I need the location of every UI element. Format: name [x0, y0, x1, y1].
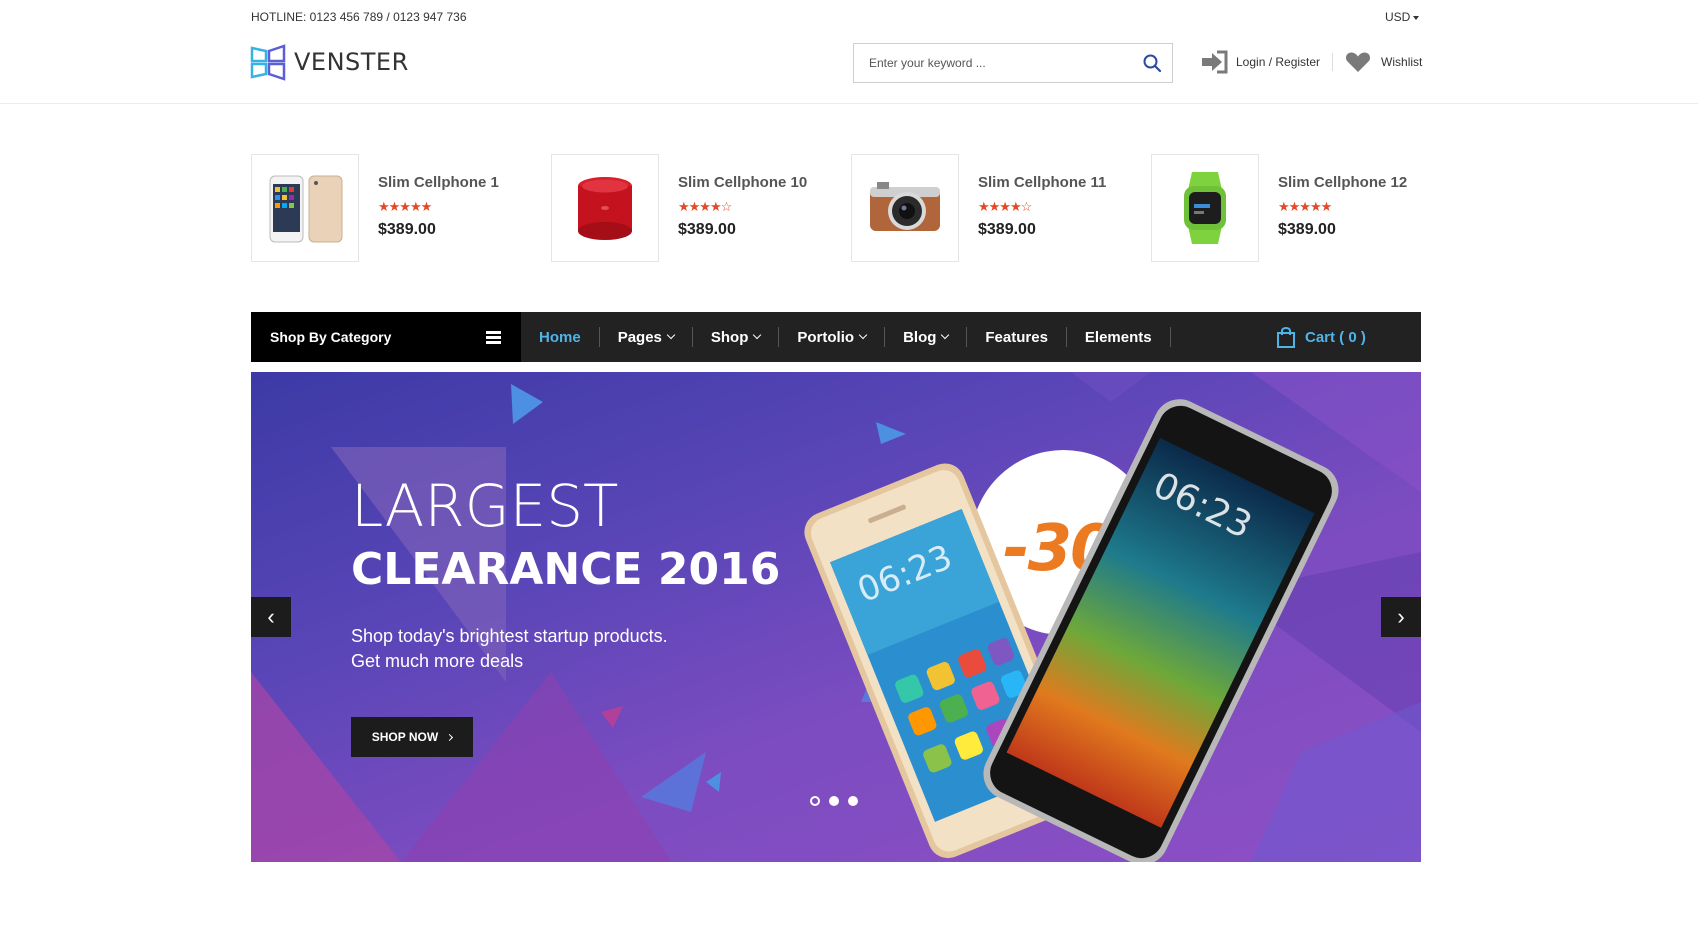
nav-item-blog[interactable]: Blog [885, 327, 968, 347]
hero-slider: -30% 06:23 06:23 LARGEST CLEARANCE 2016 … [251, 372, 1421, 862]
product-name[interactable]: Slim Cellphone 10 [678, 174, 807, 191]
star-rating-filled: ★★★★★ [378, 199, 432, 214]
divider [1332, 53, 1334, 71]
product-item[interactable]: Slim Cellphone 11 ★★★★☆ $389.00 [851, 154, 1141, 262]
smartphone-image-icon [269, 175, 343, 243]
star-rating-empty: ☆ [1020, 199, 1033, 214]
nav-menu: Home Pages Shop Portolio Blog Features E… [521, 312, 1171, 362]
heart-icon [1346, 52, 1371, 72]
slider-dot[interactable] [848, 796, 858, 806]
camera-image-icon [870, 182, 940, 231]
nav-item-portolio[interactable]: Portolio [779, 327, 886, 347]
category-label: Shop By Category [270, 329, 392, 345]
currency-label: USD [1385, 10, 1411, 24]
slider-prev-button[interactable]: ‹ [251, 597, 291, 637]
nav-item-label: Portolio [797, 328, 855, 346]
star-rating-filled: ★★★★ [978, 199, 1022, 214]
nav-item-elements[interactable]: Elements [1067, 327, 1171, 347]
hero-headline: LARGEST [351, 472, 619, 540]
currency-selector[interactable]: USD [1385, 10, 1420, 24]
product-image[interactable] [1151, 154, 1259, 262]
slider-pagination [810, 796, 867, 806]
wishlist-link[interactable]: Wishlist [1345, 51, 1422, 73]
chevron-down-icon [753, 330, 762, 340]
product-item[interactable]: Slim Cellphone 10 ★★★★☆ $389.00 [551, 154, 841, 262]
search-icon [1143, 54, 1161, 72]
featured-products: Slim Cellphone 1 ★★★★★ $389.00 Slim Cell… [251, 154, 1421, 262]
nav-item-label: Elements [1084, 328, 1152, 346]
chevron-down-icon [666, 330, 676, 340]
nav-item-label: Home [539, 328, 581, 346]
product-rating: ★★★★☆ [978, 199, 1033, 215]
product-name[interactable]: Slim Cellphone 1 [378, 174, 499, 191]
product-image[interactable] [851, 154, 959, 262]
nav-item-label: Features [985, 328, 1048, 346]
chevron-right-icon [446, 733, 454, 741]
product-price: $389.00 [1278, 221, 1336, 238]
chevron-down-icon [858, 330, 868, 340]
logo-icon [250, 44, 286, 81]
nav-item-label: Shop [710, 328, 749, 346]
nav-item-features[interactable]: Features [967, 327, 1067, 347]
nav-item-label: Blog [903, 328, 937, 346]
slider-dot[interactable] [829, 796, 839, 806]
nav-item-shop[interactable]: Shop [693, 327, 780, 347]
account-links: Login / Register Wishlist [1200, 50, 1422, 74]
product-item[interactable]: Slim Cellphone 1 ★★★★★ $389.00 [251, 154, 541, 262]
chevron-left-icon: ‹ [267, 604, 275, 629]
chevron-right-icon: › [1397, 604, 1405, 629]
slider-next-button[interactable]: › [1381, 597, 1421, 637]
nav-item-label: Pages [617, 328, 662, 346]
search-button[interactable] [1132, 44, 1172, 82]
speaker-image-icon [578, 177, 632, 240]
login-register-label: Login / Register [1236, 55, 1321, 69]
main-navigation: Shop By Category Home Pages Shop Portoli… [251, 312, 1421, 362]
shopping-bag-icon [1277, 327, 1295, 348]
product-price: $389.00 [378, 221, 436, 238]
cart-label: Cart ( 0 ) [1305, 328, 1366, 346]
slider-dot[interactable] [810, 796, 820, 806]
hero-text-line-1: Shop today's brightest startup products. [351, 626, 668, 646]
wishlist-label: Wishlist [1381, 55, 1423, 69]
star-rating-filled: ★★★★ [678, 199, 722, 214]
shop-now-button[interactable]: SHOP NOW [351, 717, 473, 757]
product-name[interactable]: Slim Cellphone 11 [978, 174, 1106, 191]
nav-item-home[interactable]: Home [521, 327, 600, 347]
site-header: HOTLINE: 0123 456 789 / 0123 947 736 USD… [0, 0, 1698, 104]
nav-item-pages[interactable]: Pages [600, 327, 693, 347]
caret-down-icon [1413, 15, 1420, 20]
site-logo[interactable]: VENSTER [250, 42, 409, 82]
product-price: $389.00 [678, 221, 736, 238]
shop-now-label: SHOP NOW [371, 730, 439, 744]
login-register-link[interactable]: Login / Register [1200, 50, 1320, 74]
star-rating-empty: ☆ [720, 199, 733, 214]
logo-text: VENSTER [294, 48, 409, 76]
hotline-text: HOTLINE: 0123 456 789 / 0123 947 736 [251, 10, 467, 24]
cart-button[interactable]: Cart ( 0 ) [1276, 312, 1366, 362]
hamburger-menu-icon [486, 331, 501, 346]
product-image[interactable] [551, 154, 659, 262]
product-item[interactable]: Slim Cellphone 12 ★★★★★ $389.00 [1151, 154, 1441, 262]
smartphones-illustration: 06:23 06:23 [804, 399, 1339, 862]
product-price: $389.00 [978, 221, 1036, 238]
hero-subheadline: CLEARANCE 2016 [351, 544, 781, 595]
hero-text-line-2: Get much more deals [351, 651, 524, 671]
product-rating: ★★★★★ [378, 199, 432, 215]
search-input[interactable] [854, 44, 1134, 82]
product-rating: ★★★★☆ [678, 199, 733, 215]
sign-in-icon [1202, 50, 1228, 74]
shop-by-category-button[interactable]: Shop By Category [251, 312, 521, 362]
smartwatch-image-icon [1184, 172, 1226, 244]
chevron-down-icon [941, 330, 950, 340]
product-name[interactable]: Slim Cellphone 12 [1278, 174, 1407, 191]
star-rating-filled: ★★★★★ [1278, 199, 1332, 214]
product-image[interactable] [251, 154, 359, 262]
product-rating: ★★★★★ [1278, 199, 1332, 215]
search-box [853, 43, 1173, 83]
